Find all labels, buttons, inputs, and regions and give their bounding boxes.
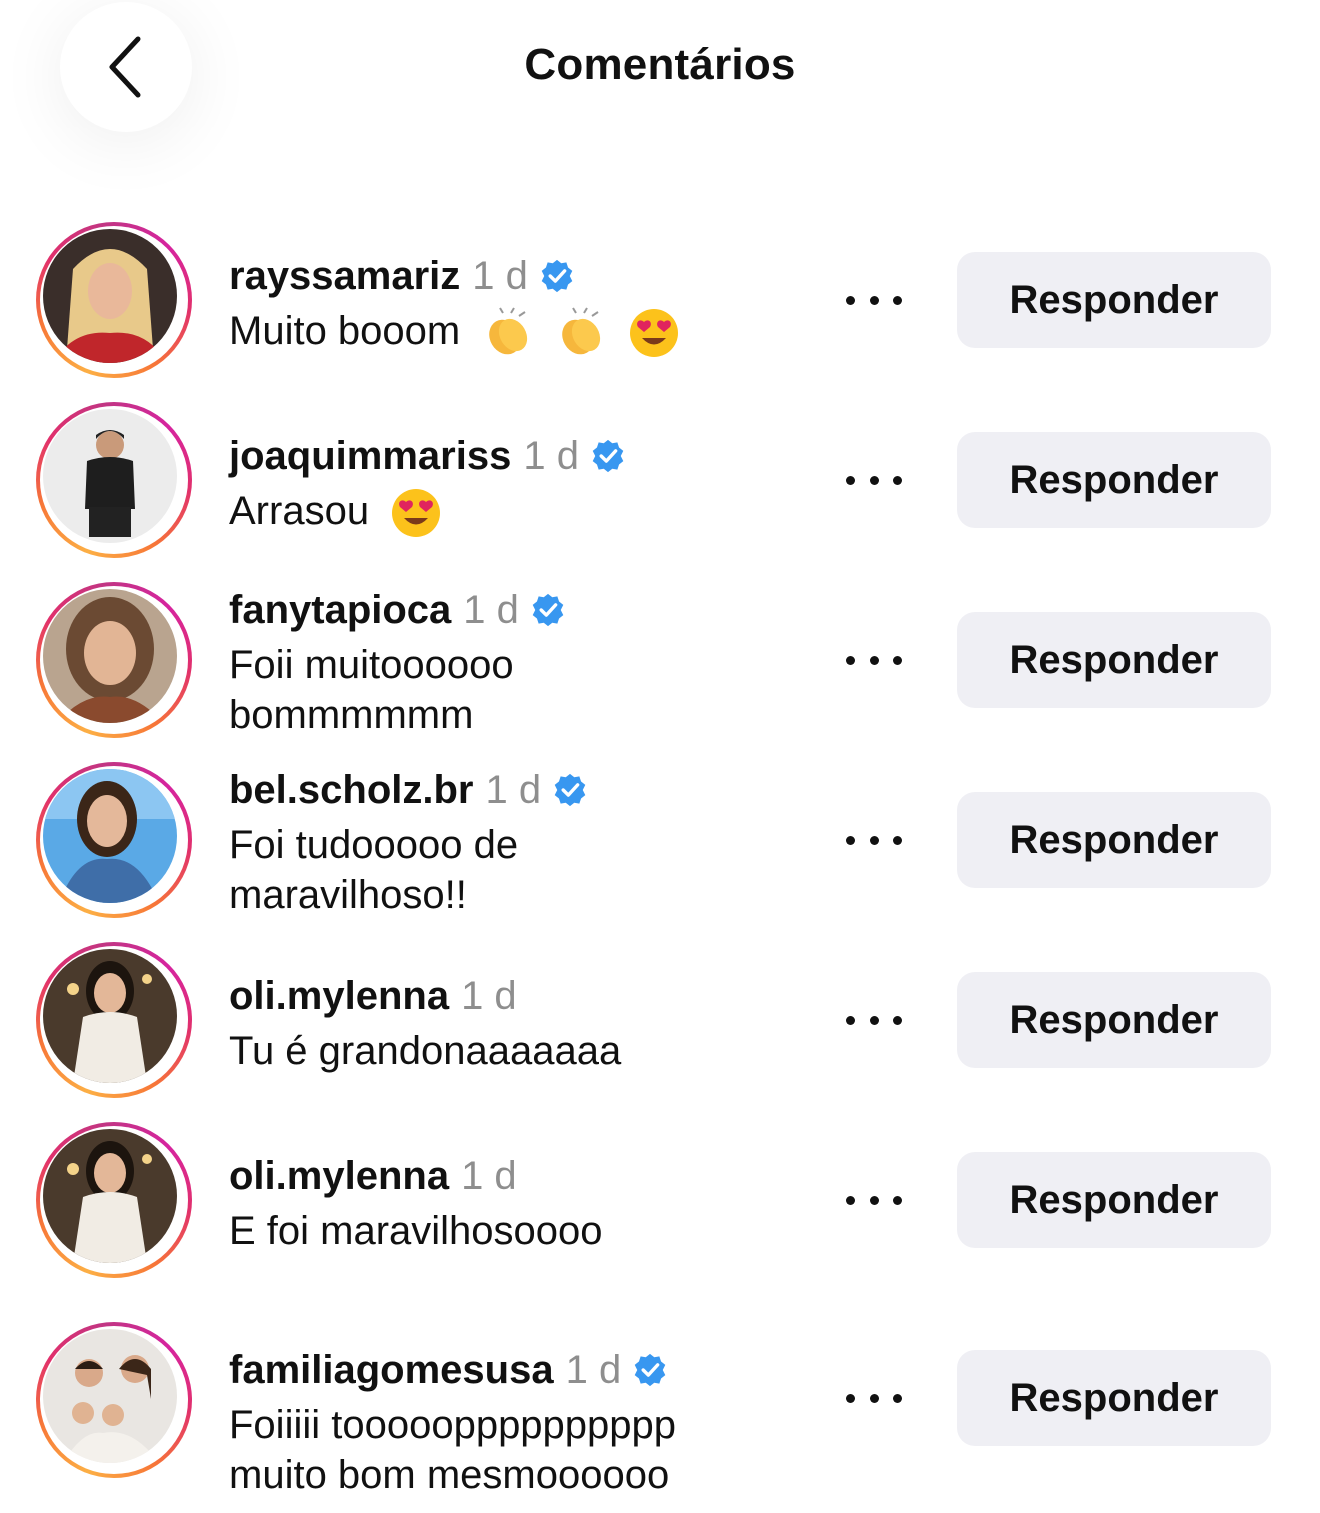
comment-username[interactable]: bel.scholz.br — [229, 768, 474, 813]
comment-time: 1 d — [565, 1347, 622, 1392]
page-title: Comentários — [524, 40, 796, 89]
comment-body: Tu é grandonaaaaaaa — [229, 1029, 622, 1073]
comment-body: Arrasou — [229, 489, 370, 533]
avatar-ring[interactable] — [36, 762, 192, 918]
heart-eyes-emoji-icon — [629, 309, 678, 358]
comment-text: Arrasou — [229, 486, 829, 539]
more-options-button[interactable] — [846, 1190, 902, 1210]
comment-username[interactable]: fanytapioca — [229, 588, 451, 633]
avatar[interactable] — [43, 769, 177, 903]
verified-badge-icon — [554, 773, 586, 807]
more-options-button[interactable] — [846, 290, 902, 310]
verified-badge-icon — [634, 1353, 666, 1387]
comment-username[interactable]: oli.mylenna — [229, 974, 449, 1019]
verified-badge-icon — [541, 259, 573, 293]
comment-body: Foii muitoooooo bommmmmm — [229, 643, 514, 737]
comment-time: 1 d — [463, 587, 519, 632]
more-options-button[interactable] — [846, 470, 902, 490]
comment-time: 1 d — [472, 253, 528, 298]
comment-text: Muito booom — [229, 306, 829, 359]
avatar[interactable] — [43, 949, 177, 1083]
comment-body: Muito booom — [229, 309, 461, 353]
avatar-ring[interactable] — [36, 402, 192, 558]
verified-badge-icon — [592, 439, 624, 473]
comment-username[interactable]: familiagomesusa — [229, 1348, 554, 1393]
comment-body: Foiiiii tooooopppppppppp muito bom mesmo… — [229, 1403, 677, 1497]
reply-button[interactable]: Responder — [957, 792, 1271, 888]
comment-time: 1 d — [461, 1153, 517, 1198]
comment-time: 1 d — [461, 973, 517, 1018]
avatar-ring[interactable] — [36, 942, 192, 1098]
avatar[interactable] — [43, 589, 177, 723]
verified-badge-icon — [532, 593, 564, 627]
avatar-ring[interactable] — [36, 1322, 192, 1478]
comment-time: 1 d — [523, 433, 579, 478]
avatar[interactable] — [43, 1329, 177, 1463]
avatar[interactable] — [43, 409, 177, 543]
reply-button[interactable]: Responder — [957, 972, 1271, 1068]
header: Comentários — [0, 0, 1320, 140]
comment-time: 1 d — [485, 767, 542, 812]
reply-button[interactable]: Responder — [957, 1350, 1271, 1446]
more-options-button[interactable] — [846, 1010, 902, 1030]
comment-username[interactable]: joaquimmariss — [229, 434, 511, 479]
comment-body: Foi tudooooo de maravilhoso!! — [229, 823, 519, 917]
avatar-ring[interactable] — [36, 1122, 192, 1278]
more-options-button[interactable] — [846, 1388, 902, 1408]
reply-button[interactable]: Responder — [957, 612, 1271, 708]
more-options-button[interactable] — [846, 830, 902, 850]
reply-button[interactable]: Responder — [957, 252, 1271, 348]
comment-username[interactable]: rayssamariz — [229, 254, 460, 299]
avatar-ring[interactable] — [36, 222, 192, 378]
heart-eyes-emoji-icon — [392, 489, 441, 538]
clapping-hands-emoji-icon — [562, 307, 601, 355]
avatar-ring[interactable] — [36, 582, 192, 738]
comment-username[interactable]: oli.mylenna — [229, 1154, 449, 1199]
clapping-hands-emoji-icon — [489, 307, 528, 355]
avatar[interactable] — [43, 229, 177, 363]
reply-button[interactable]: Responder — [957, 1152, 1271, 1248]
more-options-button[interactable] — [846, 650, 902, 670]
reply-button[interactable]: Responder — [957, 432, 1271, 528]
avatar[interactable] — [43, 1129, 177, 1263]
comment-body: E foi maravilhosoooo — [229, 1209, 603, 1253]
